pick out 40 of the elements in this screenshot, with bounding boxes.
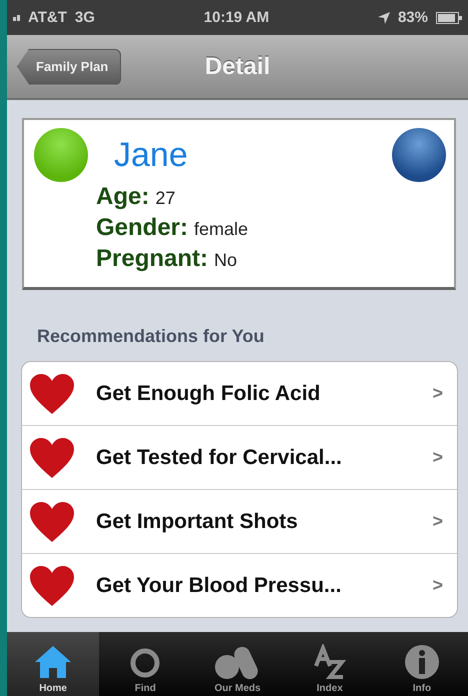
section-title: Recommendations for You xyxy=(37,326,266,347)
battery-icon xyxy=(436,12,462,24)
chevron-icon: > xyxy=(432,447,443,468)
home-icon xyxy=(33,644,74,680)
tab-item[interactable]: Find xyxy=(99,632,192,696)
heart-icon xyxy=(30,502,74,542)
carrier-name: AT&T xyxy=(28,9,67,26)
back-button[interactable]: Family Plan xyxy=(17,48,122,84)
tab-item[interactable]: Our Meds xyxy=(191,632,284,696)
chevron-icon: > xyxy=(432,575,443,596)
update-button[interactable] xyxy=(392,128,446,182)
heart-icon xyxy=(30,438,74,478)
info-icon xyxy=(404,644,440,680)
field-label: Age: xyxy=(96,182,150,212)
battery-percent: 83% xyxy=(398,9,428,26)
field-value: 27 xyxy=(155,187,176,210)
heart-icon xyxy=(30,566,74,606)
chevron-icon: > xyxy=(432,511,443,532)
tab-item[interactable]: Home xyxy=(7,632,100,696)
status-dot xyxy=(34,128,88,182)
tab-item[interactable]: Info xyxy=(376,632,468,696)
recommendation-title[interactable]: Get Tested for Cervical... xyxy=(96,446,432,470)
field-value: No xyxy=(214,249,238,272)
clock-time: 10:19 AM xyxy=(204,9,270,26)
network-type: 3G xyxy=(74,9,95,26)
heart-icon xyxy=(30,374,74,414)
location-arrow-icon xyxy=(378,12,390,24)
ring-icon xyxy=(128,646,162,680)
screen-title: Detail xyxy=(204,52,270,80)
field-label: Gender: xyxy=(96,213,188,243)
tab-item[interactable]: Index xyxy=(284,632,376,696)
signal-icon xyxy=(13,14,20,20)
recommendation-title[interactable]: Get Important Shots xyxy=(96,510,432,534)
profile-name: Jane xyxy=(114,136,188,174)
recommendation-title[interactable]: Get Your Blood Pressu... xyxy=(96,574,432,598)
chevron-icon: > xyxy=(432,383,443,404)
field-label: Pregnant: xyxy=(96,244,208,274)
index-icon xyxy=(312,644,348,680)
field-value: female xyxy=(194,218,248,241)
recommendation-title[interactable]: Get Enough Folic Acid xyxy=(96,382,432,406)
